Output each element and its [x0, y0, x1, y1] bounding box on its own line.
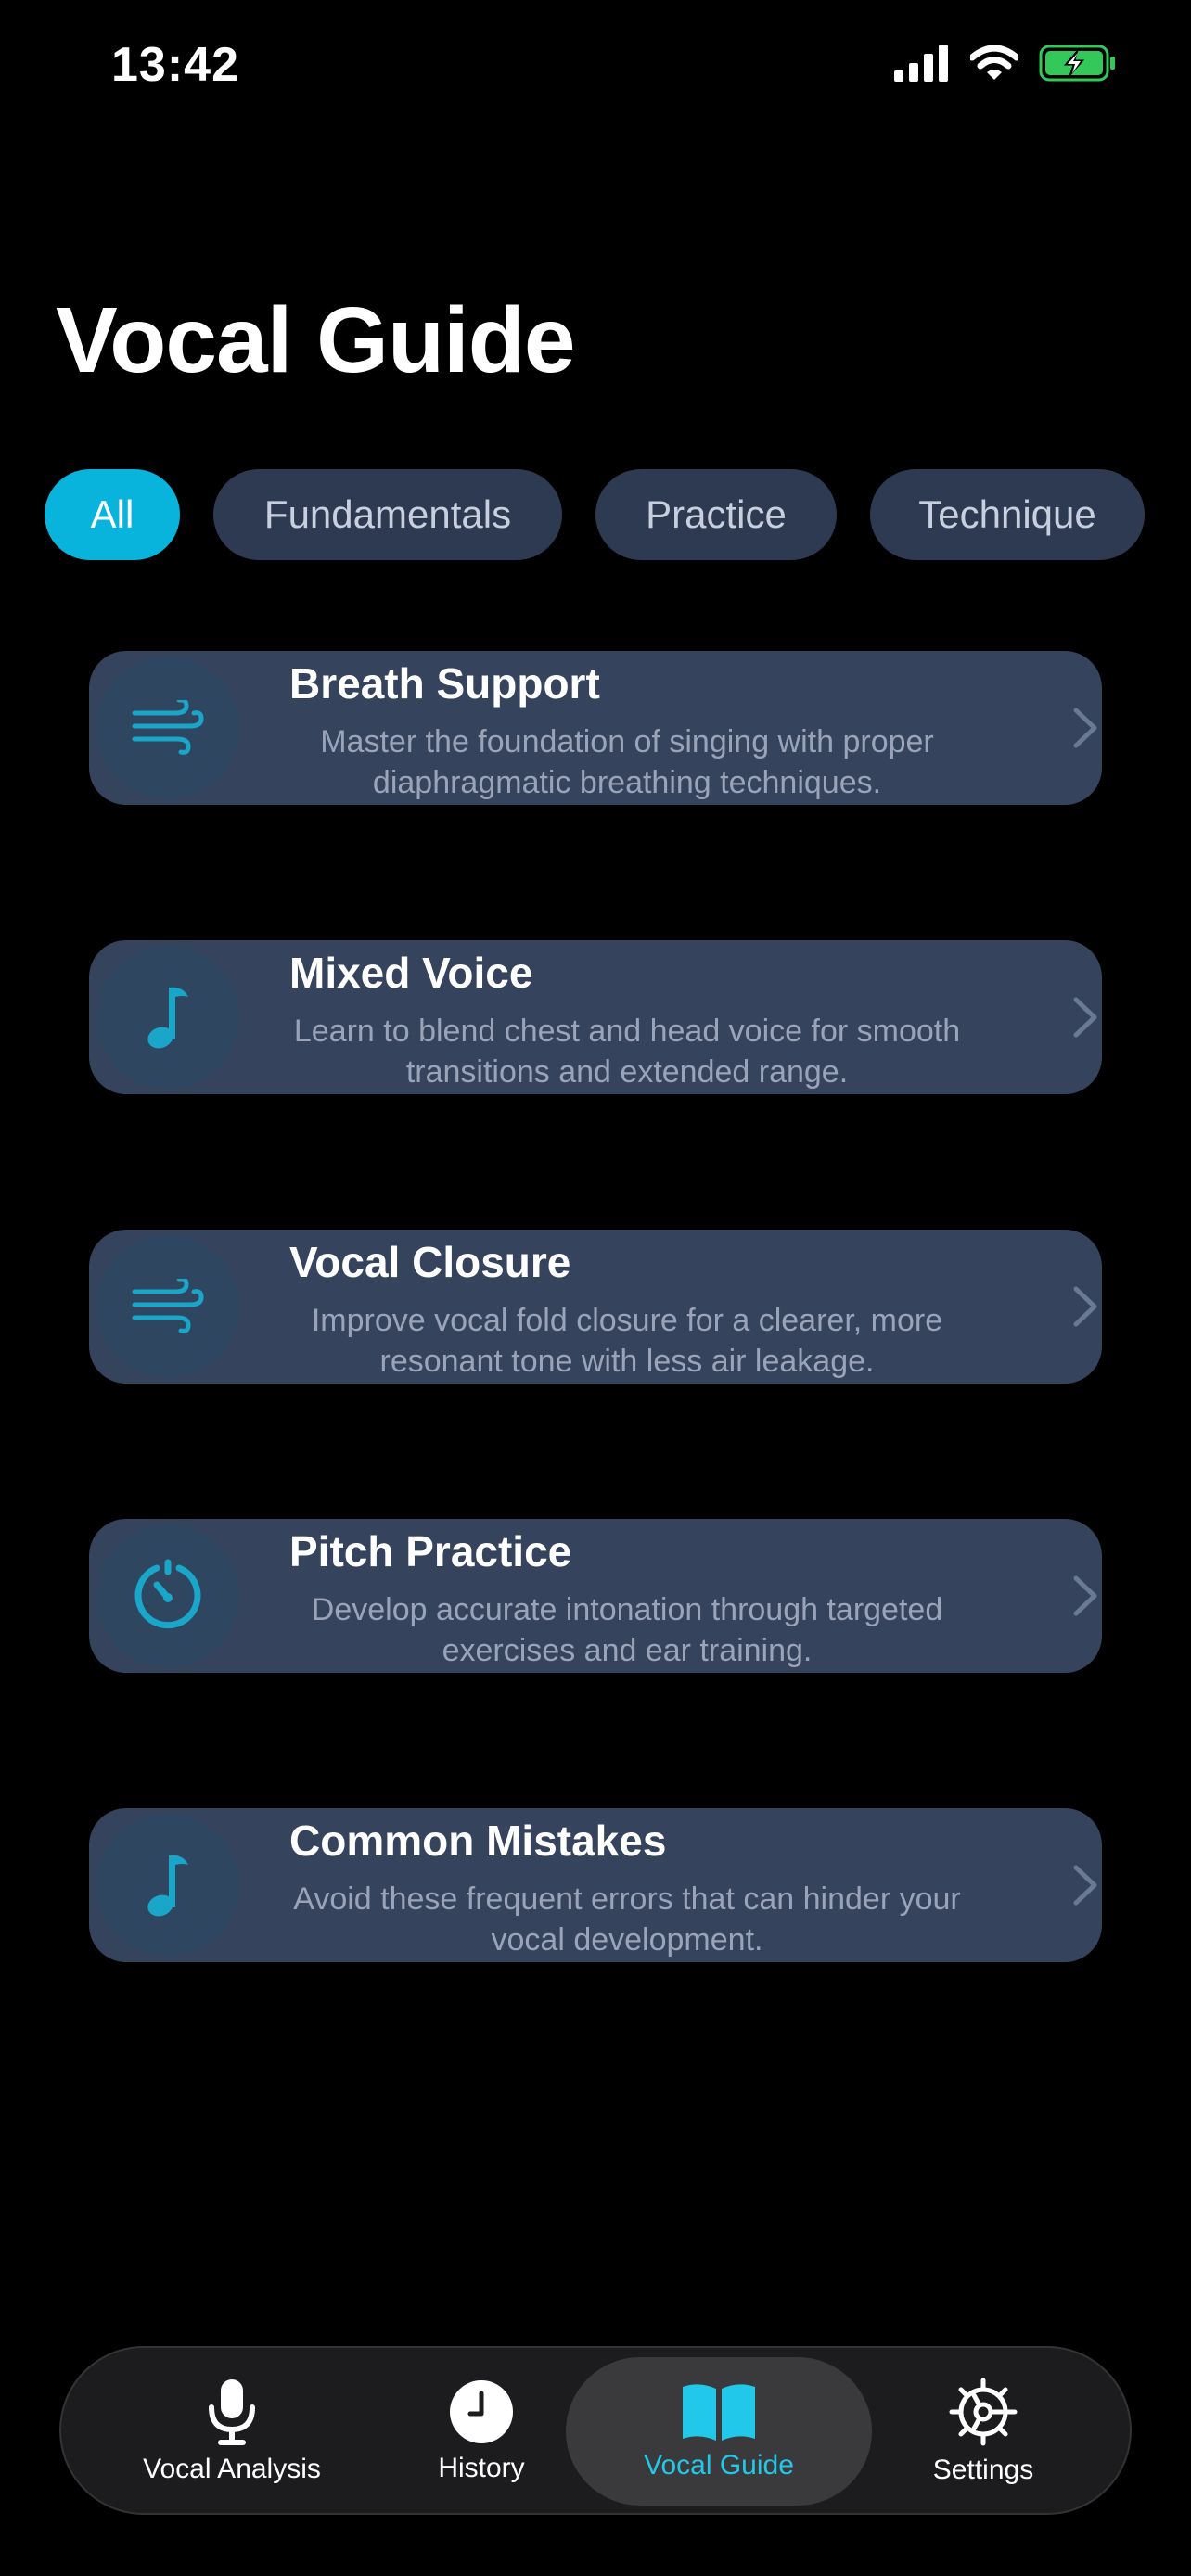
card-icon-circle: [96, 1814, 239, 1957]
card-description: Master the foundation of singing with pr…: [320, 724, 934, 800]
book-icon: [683, 2384, 755, 2441]
tab-label: Vocal Analysis: [143, 2454, 321, 2484]
card-title: Common Mistakes: [289, 1817, 667, 1865]
filter-chip-practice[interactable]: Practice: [596, 469, 837, 560]
card-title: Breath Support: [289, 659, 600, 708]
card-icon-circle: [96, 946, 239, 1089]
guide-card[interactable]: Breath Support Master the foundation of …: [89, 651, 1102, 805]
wind-icon: [132, 1279, 204, 1333]
card-icon-circle: [96, 657, 239, 799]
filter-chip-technique[interactable]: Technique: [870, 469, 1145, 560]
clock-icon: [450, 2380, 513, 2443]
wifi-icon: [970, 45, 1018, 80]
chevron-right-icon: [1073, 708, 1097, 748]
filter-chip-all[interactable]: All: [45, 469, 180, 560]
tab-label: Settings: [932, 2455, 1034, 2485]
gauge-icon: [134, 1559, 201, 1629]
tab-bar: Vocal Analysis History Vocal Guide Setti…: [59, 2346, 1132, 2515]
page-title: Vocal Guide: [56, 288, 576, 392]
card-title: Pitch Practice: [289, 1527, 572, 1575]
guide-card-list: Breath Support Master the foundation of …: [89, 651, 1102, 2098]
card-description: Develop accurate intonation through targ…: [311, 1592, 943, 1668]
music-note-icon: [147, 987, 188, 1049]
tab-label: Vocal Guide: [644, 2450, 794, 2480]
card-icon-circle: [96, 1235, 239, 1378]
status-time: 13:42: [111, 38, 239, 92]
tab-vocal-guide[interactable]: Vocal Guide: [566, 2357, 872, 2506]
guide-card[interactable]: Pitch Practice Develop accurate intonati…: [89, 1519, 1102, 1673]
tab-history[interactable]: History: [393, 2357, 570, 2506]
guide-card[interactable]: Mixed Voice Learn to blend chest and hea…: [89, 940, 1102, 1094]
status-bar: 13:42: [0, 0, 1191, 139]
card-description: Improve vocal fold closure for a clearer…: [311, 1303, 943, 1379]
filter-bar: All Fundamentals Practice Technique: [45, 469, 1145, 560]
gear-icon: [949, 2378, 1018, 2446]
tab-settings[interactable]: Settings: [900, 2357, 1067, 2506]
music-note-icon: [147, 1855, 188, 1917]
guide-card[interactable]: Common Mistakes Avoid these frequent err…: [89, 1808, 1102, 1962]
card-description: Learn to blend chest and head voice for …: [293, 1014, 961, 1090]
tab-vocal-analysis[interactable]: Vocal Analysis: [111, 2357, 352, 2506]
card-icon-circle: [96, 1524, 239, 1667]
chevron-right-icon: [1073, 1575, 1097, 1616]
wind-icon: [132, 700, 204, 755]
microphone-icon: [209, 2379, 255, 2445]
card-title: Mixed Voice: [289, 949, 533, 997]
battery-charging-icon: [1039, 45, 1115, 82]
signal-icon: [894, 45, 948, 82]
card-title: Vocal Closure: [289, 1238, 571, 1286]
card-description: Avoid these frequent errors that can hin…: [293, 1881, 961, 1958]
status-icons: [894, 45, 1117, 82]
filter-chip-fundamentals[interactable]: Fundamentals: [213, 469, 562, 560]
tab-label: History: [438, 2453, 525, 2483]
guide-card[interactable]: Vocal Closure Improve vocal fold closure…: [89, 1230, 1102, 1384]
chevron-right-icon: [1073, 997, 1097, 1038]
chevron-right-icon: [1073, 1286, 1097, 1327]
chevron-right-icon: [1073, 1865, 1097, 1906]
